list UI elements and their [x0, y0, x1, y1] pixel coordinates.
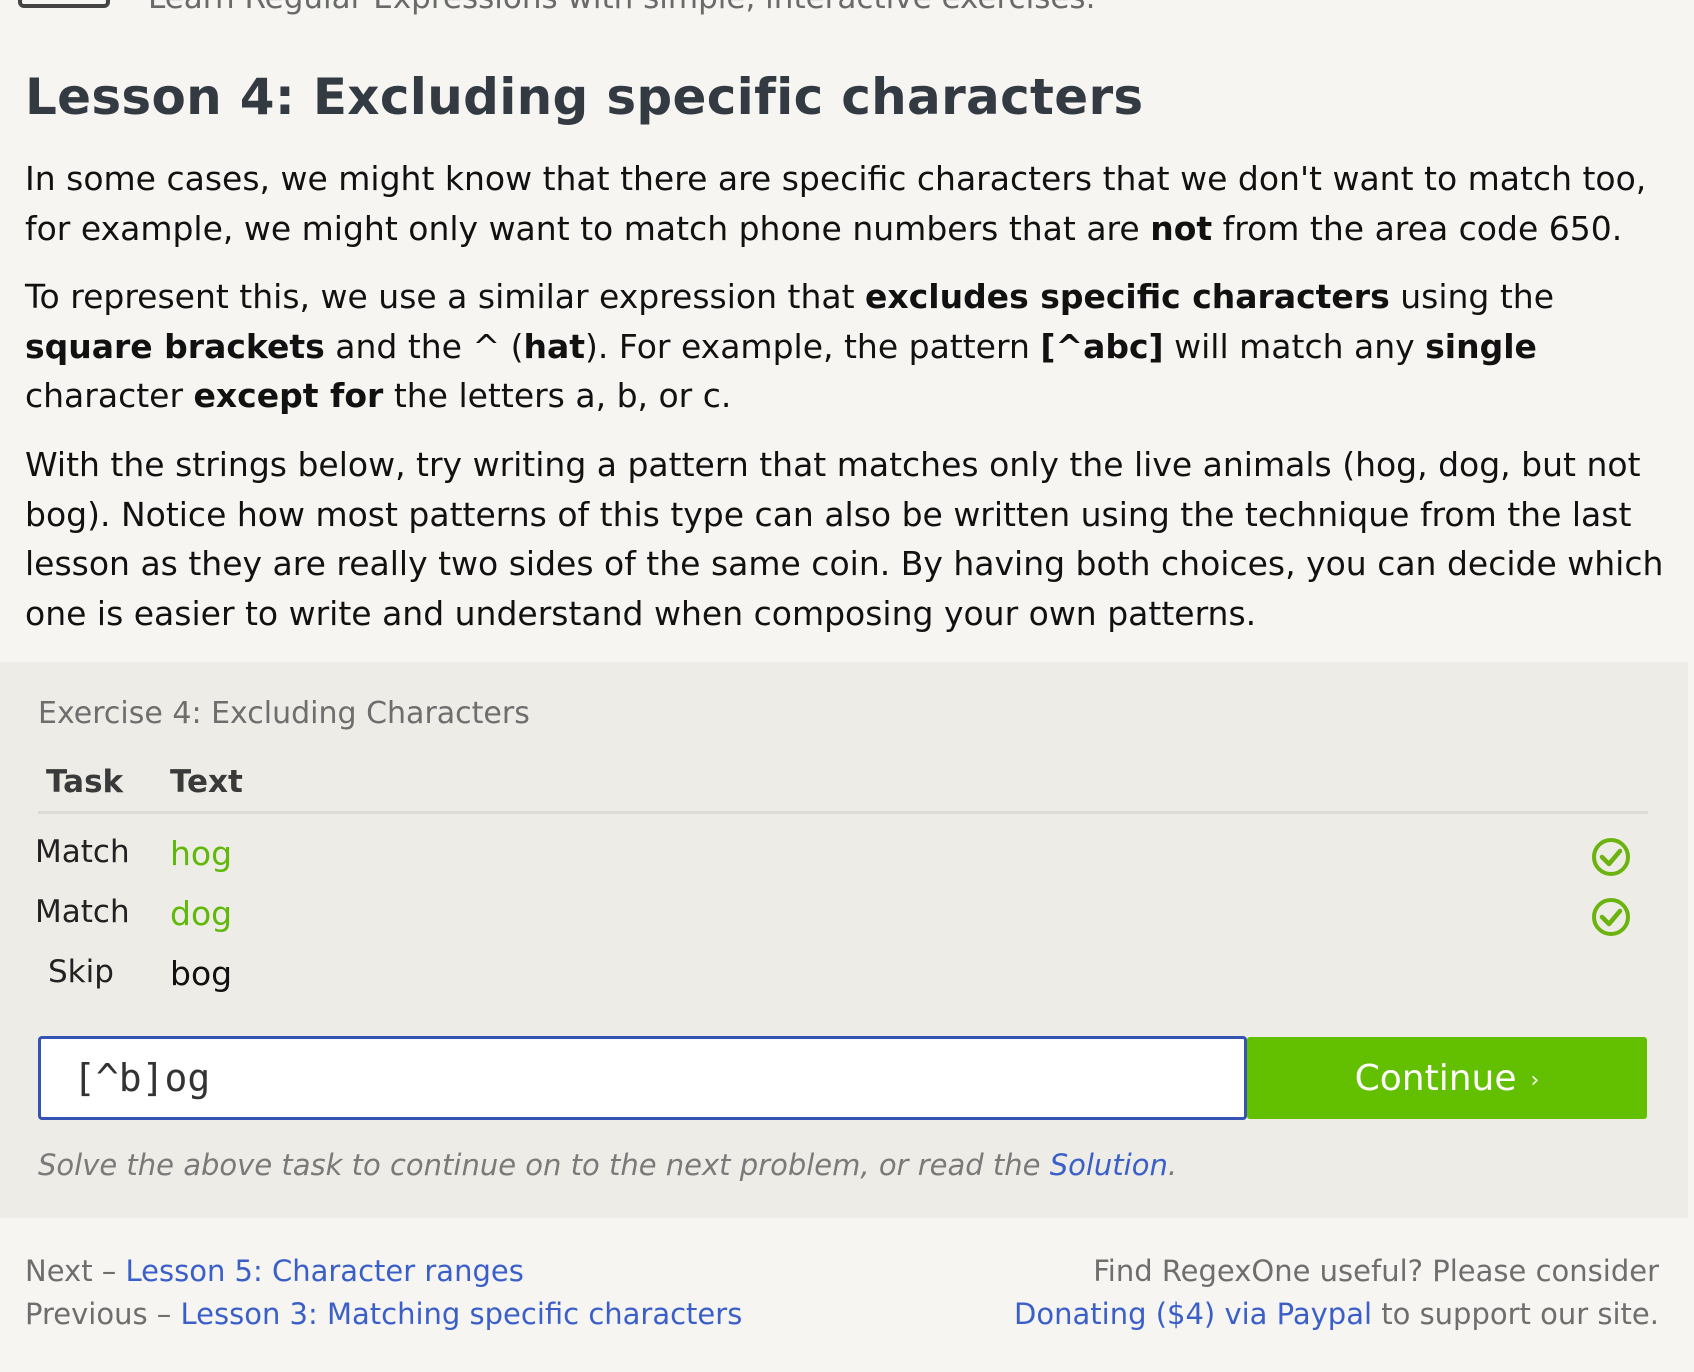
exercise-title: Exercise 4: Excluding Characters — [38, 696, 530, 731]
table-row: Skip bog — [0, 892, 1688, 993]
para-text: ). For example, the pattern — [585, 326, 1041, 366]
para-bold: square brackets — [25, 326, 325, 366]
continue-label: Continue — [1354, 1057, 1517, 1099]
para-text: To represent this, we use a similar expr… — [25, 277, 866, 316]
solution-link[interactable]: Solution — [1050, 1148, 1168, 1182]
para-text: the letters a, b, or c. — [383, 376, 732, 415]
para-bold: excludes specific characters — [865, 277, 1390, 316]
lesson-title: Lesson 4: Excluding specific characters — [25, 68, 1144, 126]
para-text: will match any — [1163, 326, 1426, 366]
continue-button[interactable]: Continue › — [1247, 1037, 1647, 1119]
previous-lesson-link[interactable]: Lesson 3: Matching specific characters — [181, 1297, 743, 1331]
exercise-hint: Solve the above task to continue on to t… — [38, 1148, 1177, 1182]
donation-text: Find RegexOne useful? Please consider — [1093, 1254, 1659, 1288]
site-logo[interactable] — [18, 0, 110, 8]
next-label: Next – — [25, 1254, 126, 1288]
previous-label: Previous – — [25, 1297, 181, 1331]
row-text: bog — [170, 954, 233, 993]
para-bold: hat — [523, 326, 586, 366]
lesson-paragraph-2: To represent this, we use a similar expr… — [25, 272, 1665, 421]
next-lesson-link[interactable]: Lesson 5: Character ranges — [126, 1254, 524, 1288]
para-bold: except for — [193, 376, 384, 415]
chevron-right-icon: › — [1530, 1067, 1540, 1093]
para-text: character — [25, 376, 194, 415]
table-row: Match hog — [0, 772, 1688, 876]
lesson-paragraph-3: With the strings below, try writing a pa… — [25, 445, 1664, 633]
donation-line: Donating ($4) via Paypal to support our … — [1014, 1293, 1659, 1336]
table-row: Match dog — [0, 832, 1688, 936]
exercise-panel: Exercise 4: Excluding Characters Task Te… — [0, 662, 1688, 1218]
next-lesson-line: Next – Lesson 5: Character ranges — [25, 1250, 742, 1293]
lesson-page: Learn Regular Expressions with simple, i… — [0, 0, 1694, 1372]
para-text: using the — [1389, 277, 1555, 316]
site-tagline: Learn Regular Expressions with simple, i… — [148, 0, 1095, 16]
para-text: from the area code 650. — [1212, 208, 1623, 248]
hint-text: . — [1167, 1148, 1178, 1182]
hint-text: Solve the above task to continue on to t… — [38, 1148, 1050, 1182]
lesson-paragraph-1: In some cases, we might know that there … — [25, 154, 1665, 253]
row-task: Skip — [48, 954, 114, 990]
lesson-navigation: Next – Lesson 5: Character ranges Previo… — [25, 1250, 742, 1336]
regex-input[interactable] — [38, 1036, 1247, 1120]
para-text: and the ^ ( — [324, 326, 524, 366]
donate-link[interactable]: Donating ($4) via Paypal — [1014, 1297, 1372, 1331]
para-bold: not — [1150, 208, 1213, 248]
previous-lesson-line: Previous – Lesson 3: Matching specific c… — [25, 1293, 742, 1336]
donation-note: Find RegexOne useful? Please consider Do… — [1014, 1250, 1659, 1336]
para-bold: single — [1425, 326, 1537, 366]
donation-suffix: to support our site. — [1372, 1297, 1659, 1331]
para-bold: [^abc] — [1040, 326, 1164, 366]
